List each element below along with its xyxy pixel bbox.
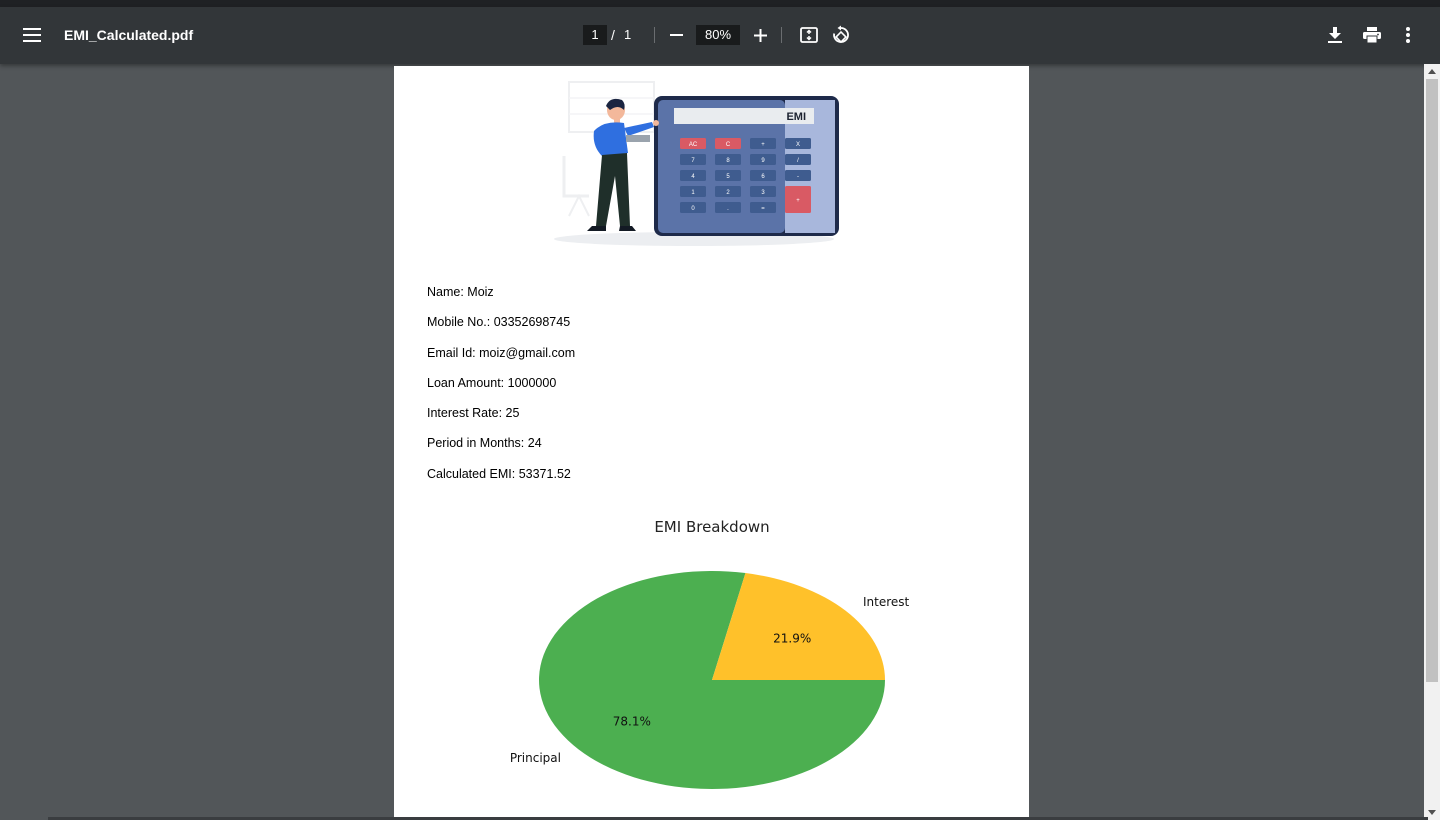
calculator-key-label: -: [797, 174, 799, 180]
pdf-page: EMI AC C + X 7 8 9/4 5 6-1 2 3 +0. = Name: Moiz Mobi…: [394, 66, 1029, 820]
email-field: Email Id: moiz@gmail.com: [427, 345, 576, 360]
fit-page-icon: [800, 27, 818, 43]
pdf-viewer[interactable]: EMI AC C + X 7 8 9/4 5 6-1 2 3 +0. = Name: Moiz Mobi…: [0, 64, 1424, 820]
zoom-level-input[interactable]: 80%: [696, 25, 740, 45]
download-button[interactable]: [1322, 21, 1348, 49]
rotate-icon: [833, 25, 849, 44]
calculator-key-label: X: [796, 142, 800, 148]
total-pages: 1: [624, 27, 632, 42]
scroll-thumb[interactable]: [1426, 79, 1438, 682]
print-icon: [1363, 27, 1381, 43]
loan-amount-field: Loan Amount: 1000000: [427, 375, 557, 390]
calculator-key-label: +: [796, 198, 800, 204]
emi-calculator-illustration: EMI AC C + X7 8 9/4 5 6 -1 2 3+0. =: [554, 81, 839, 246]
interest-rate-field: Interest Rate: 25: [427, 406, 520, 421]
chart-title: EMI Breakdown: [654, 518, 769, 536]
fit-to-page-button[interactable]: [796, 21, 822, 49]
arrow-up-icon: [1428, 69, 1436, 74]
rotate-button[interactable]: [828, 21, 854, 49]
toolbar-divider: [781, 27, 782, 43]
file-name: EMI_Calculated.pdf: [64, 27, 194, 43]
person-figure: [587, 98, 659, 231]
mobile-field: Mobile No.: 03352698745: [427, 315, 571, 330]
zoom-out-icon: [669, 34, 683, 36]
pie-category-label: Principal: [510, 751, 561, 765]
menu-button[interactable]: [18, 21, 46, 49]
calculator-key-label: C: [726, 142, 731, 148]
zoom-in-button[interactable]: [748, 21, 772, 49]
print-button[interactable]: [1358, 21, 1386, 49]
page-separator: /: [611, 27, 615, 43]
download-icon: [1328, 26, 1342, 43]
window-top-strip: [0, 0, 1440, 7]
calculator-key-label: +: [761, 142, 765, 148]
scroll-up-button[interactable]: [1424, 64, 1440, 79]
zoom-out-button[interactable]: [664, 21, 688, 49]
toolbar-divider: [654, 27, 655, 43]
current-page-input[interactable]: 1: [583, 25, 607, 45]
period-field: Period in Months: 24: [427, 436, 542, 451]
calculator-key-label: =: [761, 206, 765, 212]
name-field: Name: Moiz: [427, 285, 494, 299]
emi-breakdown-pie-chart: EMI Breakdown 78.1% Principal 21.9% Interes…: [510, 518, 910, 789]
pdf-toolbar: EMI_Calculated.pdf 1 / 1 80%: [0, 7, 1440, 64]
menu-icon: [23, 28, 41, 42]
pie-percent-label: 21.9%: [773, 631, 811, 645]
vertical-scrollbar[interactable]: [1424, 64, 1440, 820]
pie-percent-label: 78.1%: [613, 715, 651, 729]
pie-category-label: Interest: [863, 595, 910, 609]
calculator-key-label: AC: [689, 142, 698, 148]
zoom-in-icon: [753, 28, 767, 42]
more-vert-icon: [1406, 27, 1410, 43]
arrow-down-icon: [1428, 810, 1436, 815]
illustration-emi-label: EMI: [786, 111, 806, 123]
calculated-emi-field: Calculated EMI: 53371.52: [427, 466, 571, 481]
emi-details: Name: Moiz Mobile No.: 03352698745 Email…: [427, 284, 575, 496]
more-actions-button[interactable]: [1396, 21, 1420, 49]
